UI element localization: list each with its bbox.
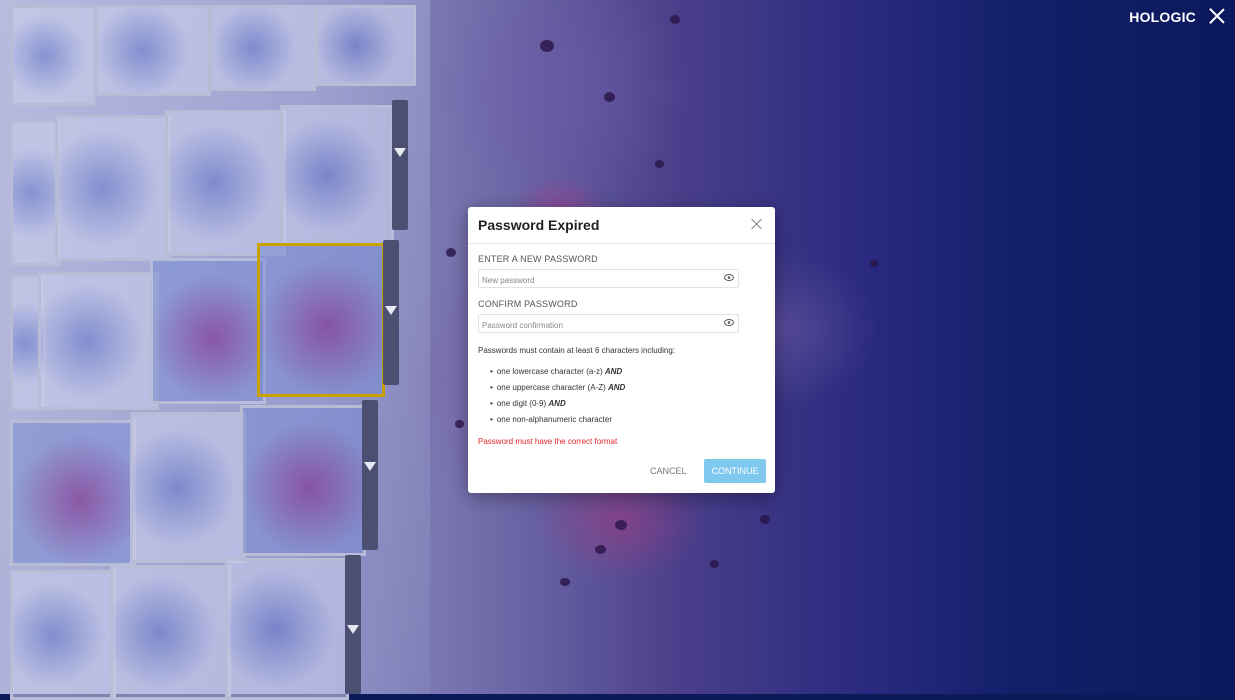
gallery-tile (10, 120, 61, 266)
gallery-tile (280, 105, 394, 246)
close-icon[interactable] (1207, 6, 1227, 26)
password-rule: • one non-alphanumeric character (490, 415, 612, 424)
gallery-tile (95, 5, 211, 96)
gallery-tile (10, 5, 96, 106)
chevron-down-icon (364, 462, 376, 471)
continue-button[interactable]: CONTINUE (704, 459, 766, 483)
eye-icon[interactable] (724, 274, 734, 281)
gallery-tile (110, 565, 231, 700)
new-password-input[interactable] (479, 273, 712, 288)
gallery-tile (165, 110, 286, 256)
gallery-tile (130, 412, 246, 563)
chevron-down-icon (394, 148, 406, 157)
dialog-close-icon[interactable] (751, 218, 763, 230)
password-rule: • one lowercase character (a-z) AND (490, 367, 623, 376)
rule-suffix: AND (607, 383, 626, 392)
cell-nucleus (560, 578, 570, 586)
cell-nucleus (446, 248, 456, 257)
dialog-header: Password Expired (468, 207, 775, 244)
cell-nucleus (604, 92, 615, 102)
new-password-field (478, 269, 739, 288)
rule-text: one lowercase character (a-z) (496, 367, 603, 376)
cell-nucleus (870, 260, 878, 267)
chevron-down-icon (347, 625, 359, 634)
cell-nucleus (455, 420, 464, 428)
gallery-tile (10, 570, 116, 700)
hologic-logo: HOLOGIC (1129, 9, 1196, 25)
gallery-tile-selected[interactable] (257, 243, 385, 397)
cell-nucleus (760, 515, 770, 524)
confirm-password-input[interactable] (479, 318, 712, 333)
gallery-row-scroller[interactable] (362, 400, 378, 550)
gallery-row-scroller[interactable] (392, 100, 408, 230)
new-password-label: ENTER A NEW PASSWORD (478, 254, 598, 264)
cell-nucleus (540, 40, 554, 52)
cancel-button[interactable]: CANCEL (650, 466, 687, 476)
gallery-tile (315, 5, 416, 86)
rule-suffix: AND (604, 367, 623, 376)
confirm-password-label: CONFIRM PASSWORD (478, 299, 578, 309)
cell-nucleus (670, 15, 680, 24)
password-rules-list: • one lowercase character (a-z) AND • one … (490, 364, 625, 428)
gallery-tile (150, 258, 266, 404)
cell-nucleus (615, 520, 627, 530)
gallery-row-scroller[interactable] (383, 240, 399, 385)
password-rule: • one digit (0-9) AND (490, 399, 566, 408)
rule-suffix: AND (548, 399, 566, 408)
eye-icon[interactable] (724, 319, 734, 326)
gallery-tile (10, 420, 136, 566)
confirm-password-field (478, 314, 739, 333)
rule-text: one digit (0-9) (496, 399, 547, 408)
gallery-row-scroller[interactable] (345, 555, 361, 694)
gallery-tile (240, 405, 366, 556)
password-error-message: Password must have the correct format (478, 437, 618, 446)
gallery-tile (210, 5, 316, 91)
password-rules-intro: Passwords must contain at least 6 charac… (478, 346, 675, 355)
gallery-tile (38, 272, 159, 410)
password-expired-dialog: Password Expired ENTER A NEW PASSWORD CO… (468, 207, 775, 493)
password-rule: • one uppercase character (A-Z) AND (490, 383, 626, 392)
dialog-title: Password Expired (478, 217, 600, 233)
cell-nucleus (655, 160, 664, 168)
gallery-tile (55, 115, 171, 261)
cell-nucleus (595, 545, 606, 554)
gallery-tile (225, 558, 349, 700)
rule-text: one uppercase character (A-Z) (496, 383, 606, 392)
chevron-down-icon (385, 306, 397, 315)
rule-text: one non-alphanumeric character (496, 415, 612, 424)
cell-nucleus (710, 560, 719, 568)
